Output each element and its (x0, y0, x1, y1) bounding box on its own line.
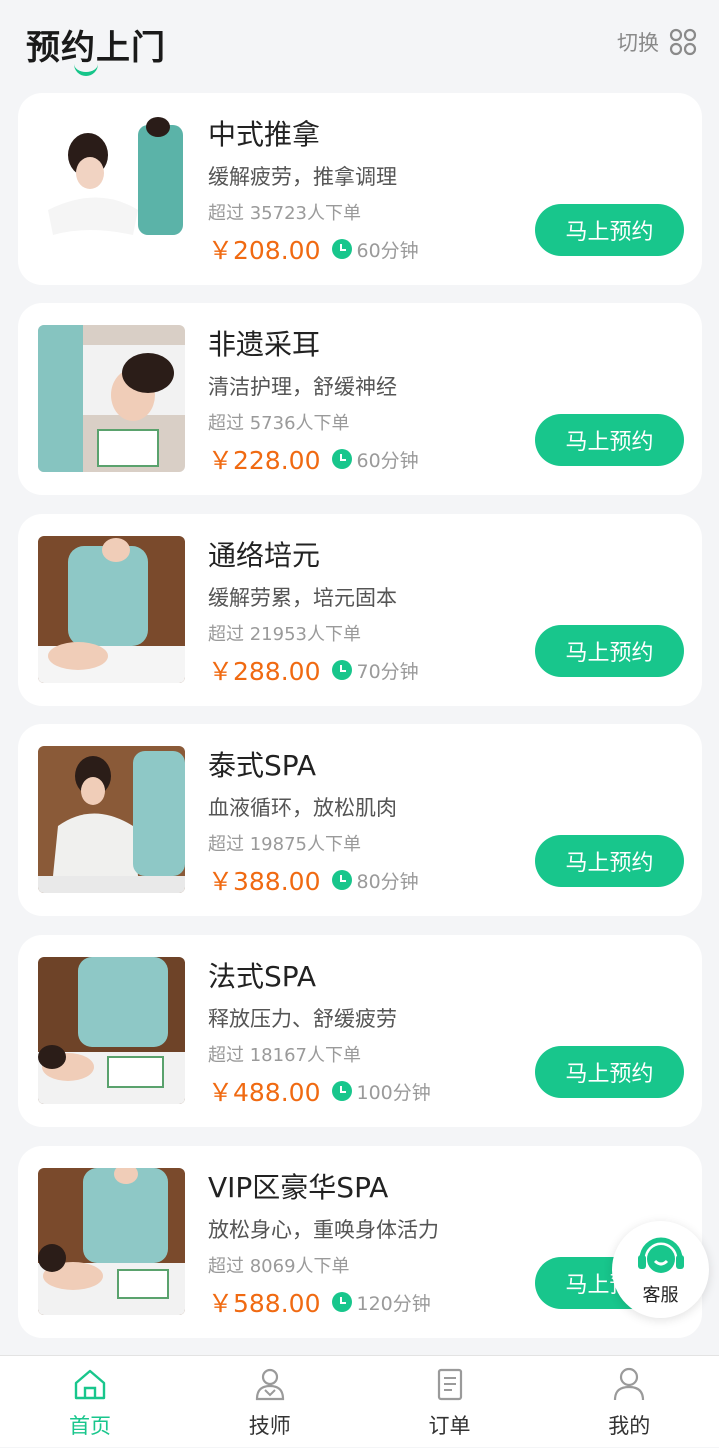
service-thumbnail (38, 325, 185, 472)
service-duration: 80分钟 (356, 870, 419, 893)
clock-icon (332, 449, 353, 469)
header: 预约上门 切换 (0, 0, 719, 92)
service-order-count: 超过 8069人下单 (208, 1256, 350, 1277)
service-name: VIP区豪华SPA (208, 1171, 389, 1204)
tab-label: 首页 (69, 1414, 111, 1438)
service-name: 非遗采耳 (208, 328, 321, 361)
book-now-button[interactable]: 马上预约 (535, 835, 684, 887)
service-duration: 60分钟 (356, 449, 419, 472)
service-price: ￥588.00 (208, 1289, 321, 1318)
service-card[interactable]: VIP区豪华SPA 放松身心，重唤身体活力 超过 8069人下单 ￥588.00… (18, 1146, 702, 1338)
price-row: ￥388.00 80分钟 (208, 862, 419, 898)
customer-service-button[interactable]: 客服 (612, 1221, 709, 1318)
clock-icon (332, 239, 353, 259)
switch-layout-button[interactable]: 切换 (617, 24, 697, 60)
service-duration: 70分钟 (356, 660, 419, 683)
service-order-count: 超过 18167人下单 (208, 1045, 361, 1066)
tab-orders[interactable]: 订单 (360, 1356, 540, 1448)
service-card[interactable]: 法式SPA 释放压力、舒缓疲劳 超过 18167人下单 ￥488.00 100分… (18, 935, 702, 1127)
title-underline (74, 62, 98, 76)
service-card[interactable]: 非遗采耳 清洁护理，舒缓神经 超过 5736人下单 ￥228.00 60分钟 马… (18, 303, 702, 495)
service-price: ￥488.00 (208, 1078, 321, 1107)
grid-icon (669, 28, 697, 56)
book-now-button[interactable]: 马上预约 (535, 1046, 684, 1098)
book-now-button[interactable]: 马上预约 (535, 414, 684, 466)
bottom-tab-bar: 首页 技师 订单 我的 (0, 1355, 719, 1447)
order-icon (437, 1368, 462, 1401)
service-name: 通络培元 (208, 539, 321, 572)
service-card[interactable]: 中式推拿 缓解疲劳，推拿调理 超过 35723人下单 ￥208.00 60分钟 … (18, 93, 702, 285)
service-duration: 120分钟 (356, 1292, 431, 1315)
technician-icon (255, 1368, 284, 1401)
service-thumbnail (38, 746, 185, 893)
service-price: ￥388.00 (208, 867, 321, 896)
clock-icon (332, 1292, 353, 1312)
price-row: ￥228.00 60分钟 (208, 441, 419, 477)
service-duration: 60分钟 (356, 239, 419, 262)
price-row: ￥288.00 70分钟 (208, 652, 419, 688)
service-name: 法式SPA (208, 960, 317, 993)
service-price: ￥228.00 (208, 446, 321, 475)
service-description: 血液循环，放松肌肉 (208, 796, 397, 820)
tab-profile[interactable]: 我的 (539, 1356, 719, 1448)
service-description: 释放压力、舒缓疲劳 (208, 1007, 397, 1031)
service-order-count: 超过 19875人下单 (208, 834, 361, 855)
service-order-count: 超过 35723人下单 (208, 203, 361, 224)
book-now-button[interactable]: 马上预约 (535, 204, 684, 256)
clock-icon (332, 870, 353, 890)
service-thumbnail (38, 1168, 185, 1315)
service-order-count: 超过 21953人下单 (208, 624, 361, 645)
service-order-count: 超过 5736人下单 (208, 413, 350, 434)
home-icon (74, 1369, 106, 1400)
customer-service-label: 客服 (642, 1285, 679, 1306)
service-price: ￥208.00 (208, 236, 321, 265)
profile-icon (614, 1367, 645, 1401)
clock-icon (332, 1081, 353, 1101)
service-description: 清洁护理，舒缓神经 (208, 375, 397, 399)
service-thumbnail (38, 115, 185, 262)
price-row: ￥588.00 120分钟 (208, 1284, 431, 1320)
service-thumbnail (38, 957, 185, 1104)
tab-label: 订单 (428, 1414, 471, 1438)
service-description: 缓解疲劳，推拿调理 (208, 165, 397, 189)
book-now-button[interactable]: 马上预约 (535, 625, 684, 677)
tab-technician[interactable]: 技师 (180, 1356, 360, 1448)
service-card[interactable]: 泰式SPA 血液循环，放松肌肉 超过 19875人下单 ￥388.00 80分钟… (18, 724, 702, 916)
tab-home[interactable]: 首页 (0, 1356, 180, 1448)
service-name: 泰式SPA (208, 749, 317, 782)
service-description: 缓解劳累，培元固本 (208, 586, 397, 610)
headset-icon (638, 1237, 684, 1273)
price-row: ￥208.00 60分钟 (208, 231, 419, 267)
service-price: ￥288.00 (208, 657, 321, 686)
service-card[interactable]: 通络培元 缓解劳累，培元固本 超过 21953人下单 ￥288.00 70分钟 … (18, 514, 702, 706)
price-row: ￥488.00 100分钟 (208, 1073, 431, 1109)
service-name: 中式推拿 (208, 118, 321, 151)
clock-icon (332, 660, 353, 680)
tab-label: 我的 (608, 1414, 651, 1438)
service-description: 放松身心，重唤身体活力 (208, 1218, 439, 1242)
switch-label: 切换 (617, 31, 659, 55)
service-duration: 100分钟 (356, 1081, 431, 1104)
service-thumbnail (38, 536, 185, 683)
tab-label: 技师 (248, 1414, 291, 1438)
